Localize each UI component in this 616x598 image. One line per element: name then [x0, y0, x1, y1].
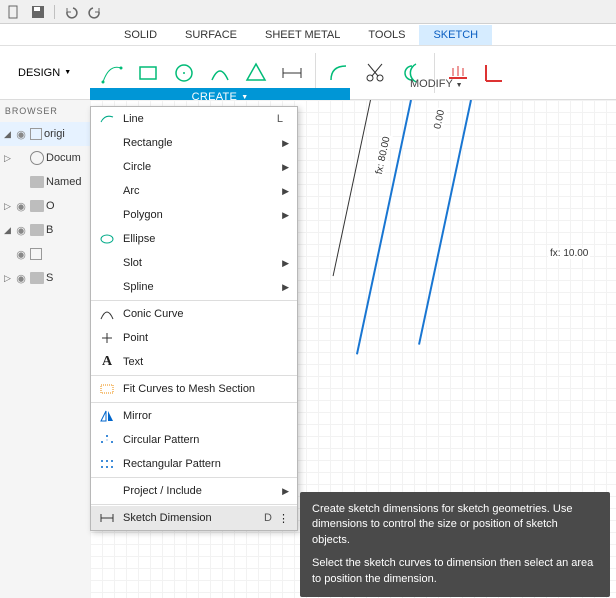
tree-item[interactable]: ◉ — [0, 242, 90, 266]
file-icon[interactable] — [6, 4, 22, 20]
menu-spline[interactable]: Spline▶ — [91, 275, 297, 299]
rectangular-pattern-icon — [97, 455, 117, 473]
more-icon[interactable]: ⋮ — [278, 512, 289, 525]
menu-mirror[interactable]: Mirror — [91, 404, 297, 428]
line-icon — [97, 110, 117, 128]
tree-item[interactable]: ▷◉S — [0, 266, 90, 290]
menu-circular-pattern[interactable]: Circular Pattern — [91, 428, 297, 452]
tab-surface[interactable]: SURFACE — [171, 25, 251, 45]
dimension-value[interactable]: fx: 10.00 — [548, 248, 590, 259]
text-icon: A — [97, 353, 117, 371]
dimension-icon — [97, 509, 117, 527]
menu-ellipse[interactable]: Ellipse — [91, 227, 297, 251]
menu-rectangular-pattern[interactable]: Rectangular Pattern — [91, 452, 297, 476]
menu-point[interactable]: Point — [91, 326, 297, 350]
menu-separator — [91, 402, 297, 403]
modify-panel-label[interactable]: MODIFY ▼ — [410, 78, 463, 90]
separator — [54, 5, 55, 19]
menu-slot[interactable]: Slot▶ — [91, 251, 297, 275]
constraint-perp-icon[interactable] — [477, 54, 511, 92]
menu-separator — [91, 300, 297, 301]
create-dropdown-menu: LineL Rectangle▶ Circle▶ Arc▶ Polygon▶ E… — [90, 106, 298, 531]
dimension-value[interactable]: fx: 80.00 — [373, 134, 393, 178]
circle-tool-icon[interactable] — [167, 54, 201, 92]
quick-access-toolbar — [0, 0, 616, 24]
menu-rectangle[interactable]: Rectangle▶ — [91, 131, 297, 155]
tree-root[interactable]: ◢◉origi — [0, 122, 90, 146]
browser-tree: ◢◉origi ▷Docum Named ▷◉O ◢◉B ◉ ▷◉S — [0, 122, 90, 290]
tab-solid[interactable]: SOLID — [110, 25, 171, 45]
tree-item[interactable]: ▷◉O — [0, 194, 90, 218]
dimension-tool-icon[interactable] — [275, 54, 309, 92]
save-icon[interactable] — [30, 4, 46, 20]
redo-icon[interactable] — [87, 4, 103, 20]
rectangle-tool-icon[interactable] — [131, 54, 165, 92]
tree-item[interactable]: Named — [0, 170, 90, 194]
tab-sketch[interactable]: SKETCH — [419, 25, 492, 45]
tooltip-text: Select the sketch curves to dimension th… — [312, 556, 598, 587]
menu-separator — [91, 375, 297, 376]
menu-project-include[interactable]: Project / Include▶ — [91, 479, 297, 503]
circular-pattern-icon — [97, 431, 117, 449]
menu-fit-curves[interactable]: Fit Curves to Mesh Section — [91, 377, 297, 401]
menu-polygon[interactable]: Polygon▶ — [91, 203, 297, 227]
undo-icon[interactable] — [63, 4, 79, 20]
tooltip-text: Create sketch dimensions for sketch geom… — [312, 502, 598, 548]
dimension-line[interactable] — [333, 100, 371, 276]
tab-tools[interactable]: TOOLS — [354, 25, 419, 45]
arc-tool-icon[interactable] — [203, 54, 237, 92]
browser-panel-label: BROWSER — [5, 107, 58, 117]
fit-curves-icon — [97, 380, 117, 398]
conic-icon — [97, 305, 117, 323]
menu-sketch-dimension[interactable]: Sketch DimensionD⋮ — [91, 506, 297, 530]
menu-arc[interactable]: Arc▶ — [91, 179, 297, 203]
tree-item[interactable]: ◢◉B — [0, 218, 90, 242]
ribbon-tabs: SOLID SURFACE SHEET METAL TOOLS SKETCH — [0, 24, 616, 46]
tab-sheet-metal[interactable]: SHEET METAL — [251, 25, 354, 45]
sketch-edge[interactable] — [418, 100, 472, 345]
menu-separator — [91, 477, 297, 478]
menu-conic-curve[interactable]: Conic Curve — [91, 302, 297, 326]
command-tooltip: Create sketch dimensions for sketch geom… — [300, 492, 610, 597]
separator — [315, 53, 316, 93]
tree-item[interactable]: ▷Docum — [0, 146, 90, 170]
dimension-value[interactable]: 0.00 — [432, 107, 448, 132]
menu-separator — [91, 504, 297, 505]
line-tool-icon[interactable] — [95, 54, 129, 92]
polygon-tool-icon[interactable] — [239, 54, 273, 92]
design-dropdown[interactable]: DESIGN▼ — [8, 61, 81, 85]
trim-tool-icon[interactable] — [358, 54, 392, 92]
fillet-tool-icon[interactable] — [322, 54, 356, 92]
mirror-icon — [97, 407, 117, 425]
ellipse-icon — [97, 230, 117, 248]
menu-text[interactable]: AText — [91, 350, 297, 374]
menu-line[interactable]: LineL — [91, 107, 297, 131]
menu-circle[interactable]: Circle▶ — [91, 155, 297, 179]
point-icon — [97, 329, 117, 347]
